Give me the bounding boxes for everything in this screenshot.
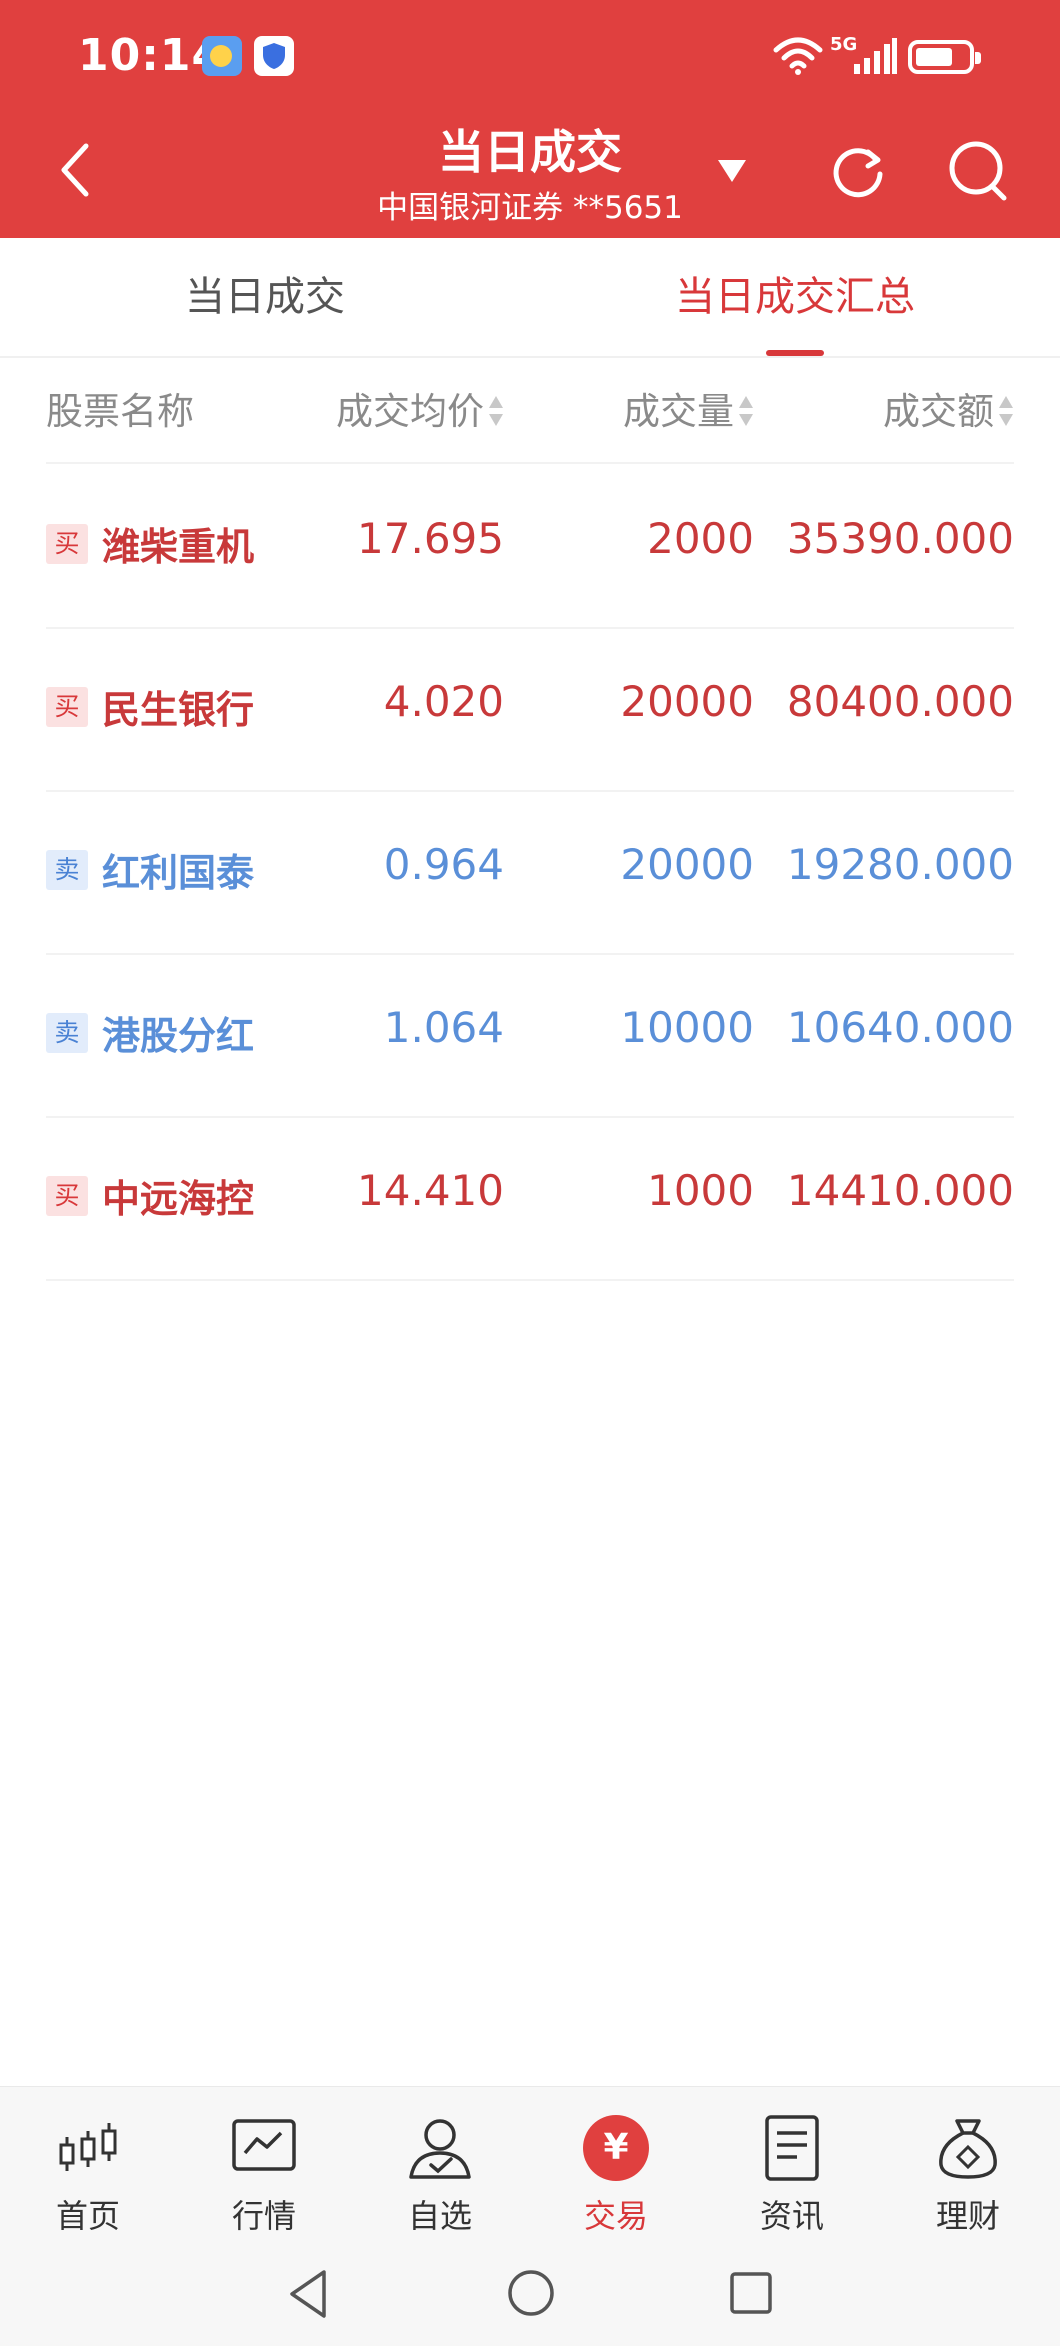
- nav-watchlist-label: 自选: [407, 2197, 472, 2235]
- column-header-price-label: 成交均价: [336, 390, 484, 433]
- document-icon: [765, 2115, 819, 2181]
- volume: 20000: [620, 840, 754, 889]
- signal-icon: [854, 38, 897, 74]
- dropdown-triangle-icon[interactable]: [716, 156, 748, 184]
- volume: 10000: [620, 1003, 754, 1052]
- yen-icon: ¥: [583, 2115, 649, 2181]
- side-badge: 卖: [46, 850, 88, 890]
- amount: 80400.000: [786, 677, 1014, 726]
- column-header-volume[interactable]: 成交量: [623, 360, 754, 464]
- column-header-name-label: 股票名称: [46, 390, 194, 433]
- system-home-icon[interactable]: [506, 2268, 556, 2318]
- system-recent-apps-icon[interactable]: [728, 2270, 774, 2316]
- nav-wealth[interactable]: 理财: [880, 2087, 1056, 2247]
- table-row[interactable]: 买 民生银行 4.020 20000 80400.000: [46, 629, 1014, 792]
- active-tab-indicator: [766, 350, 824, 356]
- table-header: 股票名称 成交均价 成交量 成交额: [46, 360, 1014, 464]
- amount: 10640.000: [786, 1003, 1014, 1052]
- candlestick-icon: [59, 2123, 117, 2171]
- system-back-icon[interactable]: [286, 2268, 330, 2320]
- account-subtitle[interactable]: 中国银河证券 **5651: [0, 182, 1060, 227]
- stock-name: 红利国泰: [102, 851, 255, 895]
- column-header-volume-label: 成交量: [623, 390, 734, 433]
- page-title: 当日成交: [438, 125, 622, 179]
- nav-home[interactable]: 首页: [0, 2087, 176, 2247]
- status-bar: 10:14 5G: [0, 0, 1060, 115]
- avg-price: 1.064: [383, 1003, 504, 1052]
- column-header-price[interactable]: 成交均价: [336, 360, 504, 464]
- side-badge: 买: [46, 1176, 88, 1216]
- header-bar: 10:14 5G 当日成交 中国银河证券 **5651: [0, 0, 1060, 238]
- trade-summary-list: 买 潍柴重机 17.695 2000 35390.000 买 民生银行 4.02…: [46, 466, 1014, 1281]
- stock-name: 中远海控: [102, 1177, 255, 1221]
- column-header-amount-label: 成交额: [883, 390, 994, 433]
- stock-name: 港股分红: [102, 1014, 255, 1058]
- avg-price: 14.410: [357, 1166, 504, 1215]
- nav-trade-label: 交易: [583, 2197, 648, 2235]
- nav-watchlist[interactable]: 自选: [352, 2087, 528, 2247]
- sort-icon: [999, 395, 1013, 426]
- volume: 2000: [647, 514, 754, 563]
- table-row[interactable]: 买 中远海控 14.410 1000 14410.000: [46, 1118, 1014, 1281]
- weather-icon: [202, 36, 242, 76]
- side-badge: 卖: [46, 1013, 88, 1053]
- user-check-icon: [409, 2119, 471, 2179]
- amount: 14410.000: [786, 1166, 1014, 1215]
- bottom-nav: 首页 行情 自选 ¥ 交易 资讯 理财: [0, 2086, 1060, 2246]
- volume: 20000: [620, 677, 754, 726]
- nav-news-label: 资讯: [759, 2197, 824, 2235]
- shield-icon: [254, 36, 294, 76]
- table-row[interactable]: 卖 红利国泰 0.964 20000 19280.000: [46, 792, 1014, 955]
- search-icon[interactable]: [946, 138, 1010, 202]
- volume: 1000: [647, 1166, 754, 1215]
- tab-daily-trades[interactable]: 当日成交: [0, 238, 530, 356]
- battery-icon: [908, 40, 981, 74]
- avg-price: 4.020: [383, 677, 504, 726]
- column-header-amount[interactable]: 成交额: [883, 360, 1014, 464]
- table-row[interactable]: 买 潍柴重机 17.695 2000 35390.000: [46, 466, 1014, 629]
- table-row[interactable]: 卖 港股分红 1.064 10000 10640.000: [46, 955, 1014, 1118]
- chart-icon: [232, 2119, 296, 2171]
- refresh-icon[interactable]: [828, 138, 888, 202]
- sort-icon: [489, 395, 503, 426]
- tab-daily-summary[interactable]: 当日成交汇总: [530, 238, 1060, 356]
- nav-trade[interactable]: ¥ 交易: [528, 2087, 704, 2247]
- nav-wealth-label: 理财: [935, 2197, 1000, 2235]
- amount: 19280.000: [786, 840, 1014, 889]
- system-nav-bar: [0, 2246, 1060, 2346]
- sort-icon: [739, 395, 753, 426]
- nav-market-label: 行情: [231, 2197, 296, 2235]
- stock-name: 潍柴重机: [102, 525, 255, 569]
- stock-name: 民生银行: [102, 688, 255, 732]
- amount: 35390.000: [786, 514, 1014, 563]
- nav-market[interactable]: 行情: [176, 2087, 352, 2247]
- wifi-icon: [773, 37, 823, 75]
- nav-home-label: 首页: [55, 2197, 120, 2235]
- column-header-name: 股票名称: [46, 360, 194, 464]
- avg-price: 17.695: [357, 514, 504, 563]
- nav-news[interactable]: 资讯: [704, 2087, 880, 2247]
- money-bag-icon: [939, 2119, 997, 2179]
- side-badge: 买: [46, 524, 88, 564]
- tab-bar: 当日成交 当日成交汇总: [0, 238, 1060, 358]
- avg-price: 0.964: [383, 840, 504, 889]
- side-badge: 买: [46, 687, 88, 727]
